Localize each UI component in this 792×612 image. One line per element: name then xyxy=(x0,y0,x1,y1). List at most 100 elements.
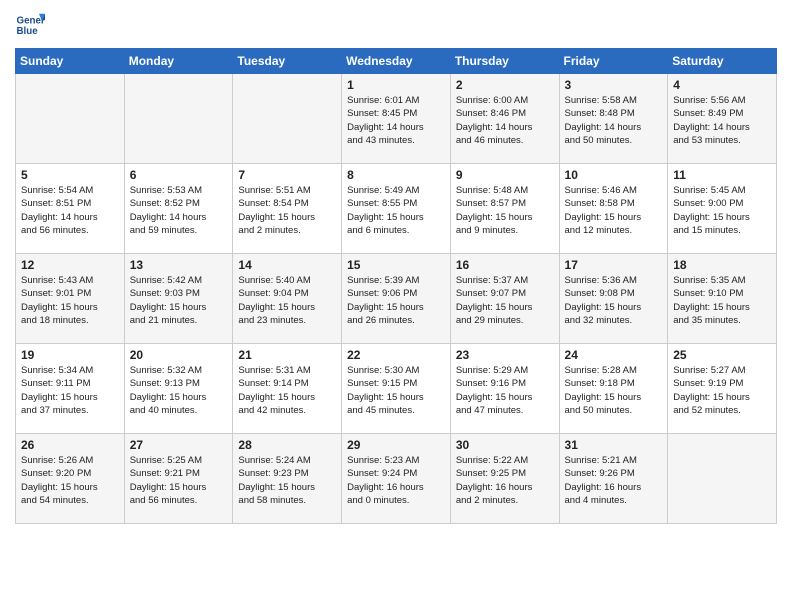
day-detail: Sunrise: 5:28 AM Sunset: 9:18 PM Dayligh… xyxy=(565,364,663,417)
day-number: 19 xyxy=(21,348,119,362)
day-number: 10 xyxy=(565,168,663,182)
day-detail: Sunrise: 5:26 AM Sunset: 9:20 PM Dayligh… xyxy=(21,454,119,507)
day-number: 5 xyxy=(21,168,119,182)
day-cell: 22 Sunrise: 5:30 AM Sunset: 9:15 PM Dayli… xyxy=(342,344,451,434)
day-detail: Sunrise: 5:45 AM Sunset: 9:00 PM Dayligh… xyxy=(673,184,771,237)
day-number: 17 xyxy=(565,258,663,272)
day-number: 20 xyxy=(130,348,228,362)
day-cell: 30Sunrise: 5:22 AM Sunset: 9:25 PM Dayli… xyxy=(450,434,559,524)
day-cell: 18 Sunrise: 5:35 AM Sunset: 9:10 PM Dayli… xyxy=(668,254,777,344)
day-detail: Sunrise: 5:27 AM Sunset: 9:19 PM Dayligh… xyxy=(673,364,771,417)
weekday-header-saturday: Saturday xyxy=(668,49,777,74)
day-cell: 13Sunrise: 5:42 AM Sunset: 9:03 PM Dayli… xyxy=(124,254,233,344)
weekday-header-sunday: Sunday xyxy=(16,49,125,74)
day-detail: Sunrise: 5:25 AM Sunset: 9:21 PM Dayligh… xyxy=(130,454,228,507)
day-number: 23 xyxy=(456,348,554,362)
day-cell: 9Sunrise: 5:48 AM Sunset: 8:57 PM Daylig… xyxy=(450,164,559,254)
day-cell xyxy=(233,74,342,164)
logo: General Blue xyxy=(15,10,49,40)
header: General Blue xyxy=(15,10,777,40)
day-number: 21 xyxy=(238,348,336,362)
day-cell: 7 Sunrise: 5:51 AM Sunset: 8:54 PM Daylig… xyxy=(233,164,342,254)
day-number: 4 xyxy=(673,78,771,92)
day-detail: Sunrise: 5:43 AM Sunset: 9:01 PM Dayligh… xyxy=(21,274,119,327)
calendar-table: SundayMondayTuesdayWednesdayThursdayFrid… xyxy=(15,48,777,524)
day-cell: 25Sunrise: 5:27 AM Sunset: 9:19 PM Dayli… xyxy=(668,344,777,434)
day-number: 1 xyxy=(347,78,445,92)
weekday-header-wednesday: Wednesday xyxy=(342,49,451,74)
day-cell: 2 Sunrise: 6:00 AM Sunset: 8:46 PM Daylig… xyxy=(450,74,559,164)
day-detail: Sunrise: 5:48 AM Sunset: 8:57 PM Dayligh… xyxy=(456,184,554,237)
day-cell: 23 Sunrise: 5:29 AM Sunset: 9:16 PM Dayli… xyxy=(450,344,559,434)
week-row-3: 12 Sunrise: 5:43 AM Sunset: 9:01 PM Dayli… xyxy=(16,254,777,344)
day-cell: 24Sunrise: 5:28 AM Sunset: 9:18 PM Dayli… xyxy=(559,344,668,434)
day-detail: Sunrise: 5:42 AM Sunset: 9:03 PM Dayligh… xyxy=(130,274,228,327)
day-detail: Sunrise: 5:53 AM Sunset: 8:52 PM Dayligh… xyxy=(130,184,228,237)
day-number: 11 xyxy=(673,168,771,182)
day-detail: Sunrise: 5:37 AM Sunset: 9:07 PM Dayligh… xyxy=(456,274,554,327)
day-cell: 6 Sunrise: 5:53 AM Sunset: 8:52 PM Daylig… xyxy=(124,164,233,254)
weekday-header-monday: Monday xyxy=(124,49,233,74)
day-cell: 12 Sunrise: 5:43 AM Sunset: 9:01 PM Dayli… xyxy=(16,254,125,344)
day-number: 16 xyxy=(456,258,554,272)
day-number: 14 xyxy=(238,258,336,272)
day-detail: Sunrise: 5:35 AM Sunset: 9:10 PM Dayligh… xyxy=(673,274,771,327)
svg-text:Blue: Blue xyxy=(17,26,39,37)
day-cell: 1 Sunrise: 6:01 AM Sunset: 8:45 PM Daylig… xyxy=(342,74,451,164)
day-detail: Sunrise: 5:21 AM Sunset: 9:26 PM Dayligh… xyxy=(565,454,663,507)
week-row-1: 1 Sunrise: 6:01 AM Sunset: 8:45 PM Daylig… xyxy=(16,74,777,164)
day-detail: Sunrise: 5:30 AM Sunset: 9:15 PM Dayligh… xyxy=(347,364,445,417)
day-detail: Sunrise: 5:39 AM Sunset: 9:06 PM Dayligh… xyxy=(347,274,445,327)
day-detail: Sunrise: 5:36 AM Sunset: 9:08 PM Dayligh… xyxy=(565,274,663,327)
logo-icon: General Blue xyxy=(15,10,45,40)
day-number: 22 xyxy=(347,348,445,362)
day-cell xyxy=(668,434,777,524)
day-detail: Sunrise: 5:23 AM Sunset: 9:24 PM Dayligh… xyxy=(347,454,445,507)
day-detail: Sunrise: 6:01 AM Sunset: 8:45 PM Dayligh… xyxy=(347,94,445,147)
weekday-header-friday: Friday xyxy=(559,49,668,74)
day-detail: Sunrise: 5:31 AM Sunset: 9:14 PM Dayligh… xyxy=(238,364,336,417)
day-cell: 8Sunrise: 5:49 AM Sunset: 8:55 PM Daylig… xyxy=(342,164,451,254)
day-number: 18 xyxy=(673,258,771,272)
weekday-header-tuesday: Tuesday xyxy=(233,49,342,74)
day-number: 29 xyxy=(347,438,445,452)
day-number: 12 xyxy=(21,258,119,272)
day-number: 2 xyxy=(456,78,554,92)
day-cell: 29 Sunrise: 5:23 AM Sunset: 9:24 PM Dayli… xyxy=(342,434,451,524)
day-cell: 4 Sunrise: 5:56 AM Sunset: 8:49 PM Daylig… xyxy=(668,74,777,164)
day-number: 26 xyxy=(21,438,119,452)
week-row-2: 5 Sunrise: 5:54 AM Sunset: 8:51 PM Daylig… xyxy=(16,164,777,254)
day-number: 28 xyxy=(238,438,336,452)
day-number: 3 xyxy=(565,78,663,92)
day-cell xyxy=(16,74,125,164)
day-number: 31 xyxy=(565,438,663,452)
day-cell: 21 Sunrise: 5:31 AM Sunset: 9:14 PM Dayli… xyxy=(233,344,342,434)
day-detail: Sunrise: 5:46 AM Sunset: 8:58 PM Dayligh… xyxy=(565,184,663,237)
day-number: 6 xyxy=(130,168,228,182)
day-cell: 20 Sunrise: 5:32 AM Sunset: 9:13 PM Dayli… xyxy=(124,344,233,434)
day-cell: 17 Sunrise: 5:36 AM Sunset: 9:08 PM Dayli… xyxy=(559,254,668,344)
day-detail: Sunrise: 5:51 AM Sunset: 8:54 PM Dayligh… xyxy=(238,184,336,237)
day-cell: 31 Sunrise: 5:21 AM Sunset: 9:26 PM Dayli… xyxy=(559,434,668,524)
day-cell: 15Sunrise: 5:39 AM Sunset: 9:06 PM Dayli… xyxy=(342,254,451,344)
day-number: 27 xyxy=(130,438,228,452)
day-detail: Sunrise: 5:40 AM Sunset: 9:04 PM Dayligh… xyxy=(238,274,336,327)
day-cell: 10 Sunrise: 5:46 AM Sunset: 8:58 PM Dayli… xyxy=(559,164,668,254)
day-detail: Sunrise: 5:54 AM Sunset: 8:51 PM Dayligh… xyxy=(21,184,119,237)
day-cell: 28Sunrise: 5:24 AM Sunset: 9:23 PM Dayli… xyxy=(233,434,342,524)
day-cell: 14 Sunrise: 5:40 AM Sunset: 9:04 PM Dayli… xyxy=(233,254,342,344)
day-detail: Sunrise: 5:56 AM Sunset: 8:49 PM Dayligh… xyxy=(673,94,771,147)
week-row-4: 19Sunrise: 5:34 AM Sunset: 9:11 PM Dayli… xyxy=(16,344,777,434)
day-number: 7 xyxy=(238,168,336,182)
weekday-header-thursday: Thursday xyxy=(450,49,559,74)
day-detail: Sunrise: 6:00 AM Sunset: 8:46 PM Dayligh… xyxy=(456,94,554,147)
day-cell: 3Sunrise: 5:58 AM Sunset: 8:48 PM Daylig… xyxy=(559,74,668,164)
day-detail: Sunrise: 5:32 AM Sunset: 9:13 PM Dayligh… xyxy=(130,364,228,417)
day-cell: 5 Sunrise: 5:54 AM Sunset: 8:51 PM Daylig… xyxy=(16,164,125,254)
day-cell: 27 Sunrise: 5:25 AM Sunset: 9:21 PM Dayli… xyxy=(124,434,233,524)
day-cell xyxy=(124,74,233,164)
day-cell: 19Sunrise: 5:34 AM Sunset: 9:11 PM Dayli… xyxy=(16,344,125,434)
day-detail: Sunrise: 5:29 AM Sunset: 9:16 PM Dayligh… xyxy=(456,364,554,417)
day-detail: Sunrise: 5:22 AM Sunset: 9:25 PM Dayligh… xyxy=(456,454,554,507)
day-cell: 16 Sunrise: 5:37 AM Sunset: 9:07 PM Dayli… xyxy=(450,254,559,344)
